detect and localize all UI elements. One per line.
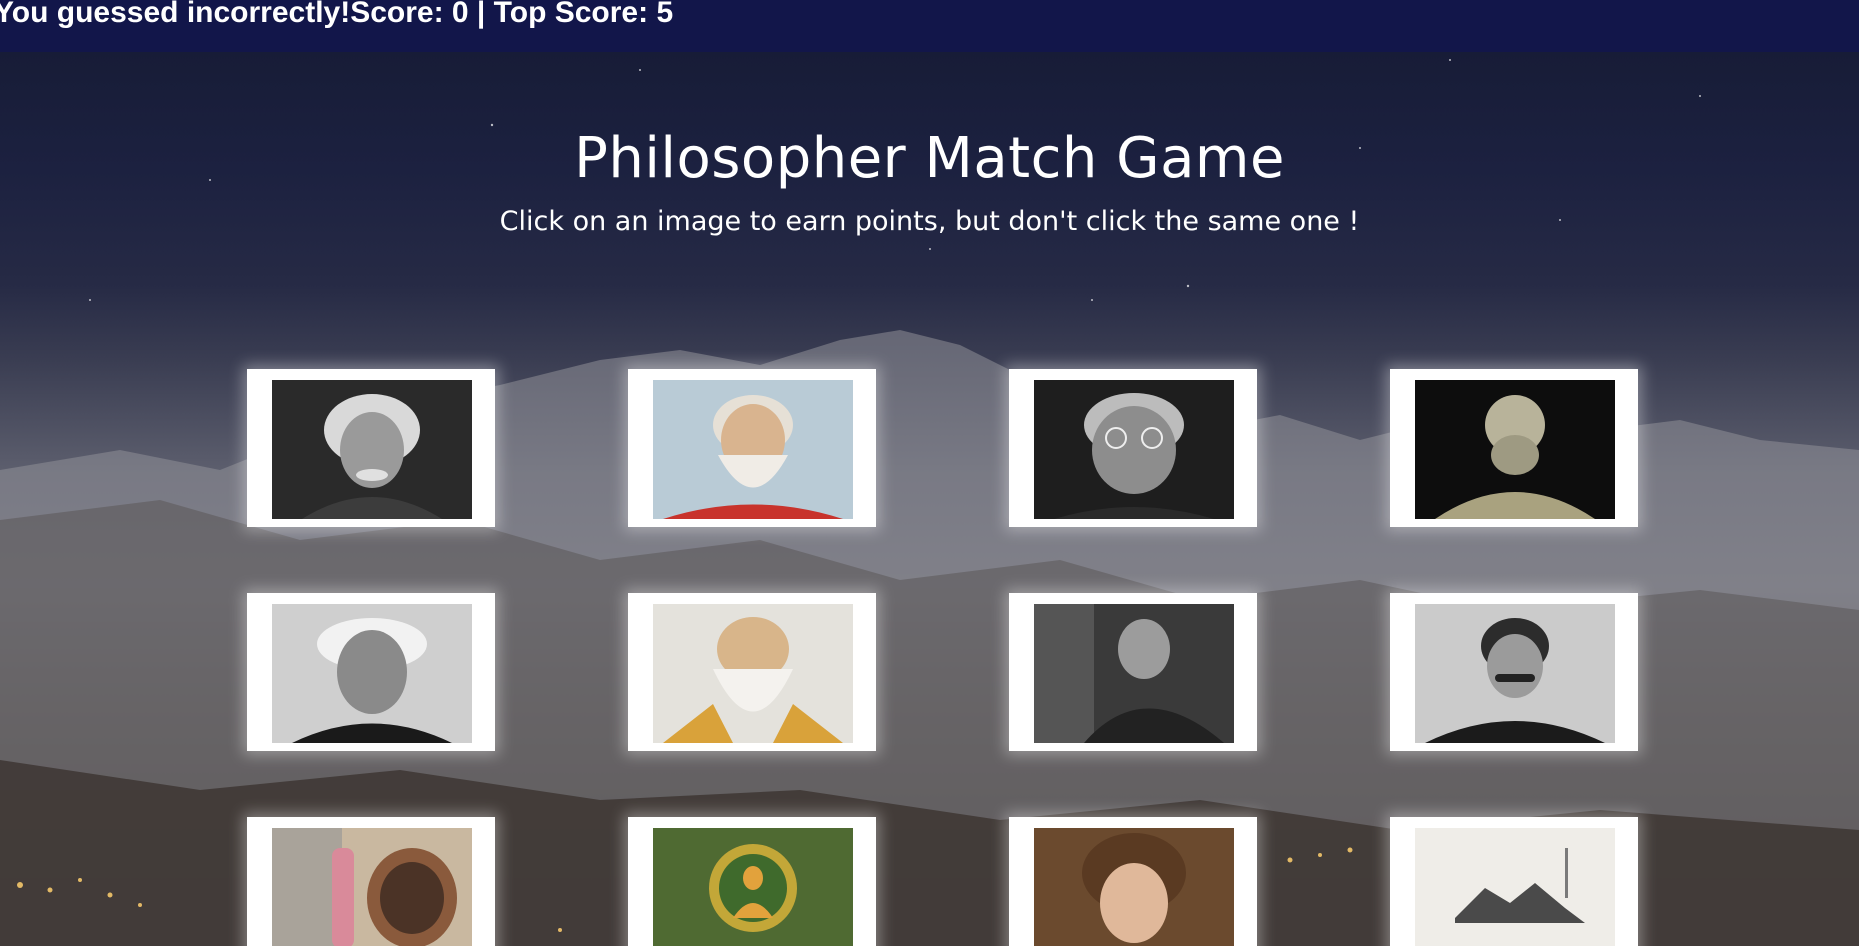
painting-buddha-icon [653, 828, 853, 946]
portrait-jung-icon [1034, 380, 1234, 519]
portrait-aristotle-icon [1415, 380, 1615, 519]
philosopher-card[interactable] [628, 817, 876, 946]
philosopher-card[interactable] [1390, 817, 1638, 946]
status-bar: You guessed incorrectly!Score: 0 | Top S… [0, 0, 1859, 52]
philosopher-card[interactable] [628, 369, 876, 527]
portrait-plato-icon [653, 380, 853, 519]
philosopher-card[interactable] [247, 369, 495, 527]
score-status-text: You guessed incorrectly!Score: 0 | Top S… [0, 0, 674, 29]
portrait-nietzsche-icon [1415, 604, 1615, 743]
page-instructions: Click on an image to earn points, but do… [499, 206, 1360, 237]
portrait-laozi-icon [653, 604, 853, 743]
philosopher-card[interactable] [628, 593, 876, 751]
page-title: Philosopher Match Game [574, 126, 1285, 191]
philosopher-card[interactable] [1009, 817, 1257, 946]
portrait-einstein-icon [272, 380, 472, 519]
portrait-kierkegaard-icon [1034, 828, 1234, 946]
philosopher-card[interactable] [1390, 369, 1638, 527]
portrait-camus-icon [1034, 604, 1234, 743]
philosopher-card[interactable] [1009, 593, 1257, 751]
painting-ink-landscape-icon [1415, 828, 1615, 946]
philosopher-card[interactable] [1390, 593, 1638, 751]
portrait-schopenhauer-icon [272, 604, 472, 743]
painting-diogenes-icon [272, 828, 472, 946]
philosopher-card[interactable] [247, 817, 495, 946]
philosopher-card[interactable] [247, 593, 495, 751]
philosopher-card[interactable] [1009, 369, 1257, 527]
